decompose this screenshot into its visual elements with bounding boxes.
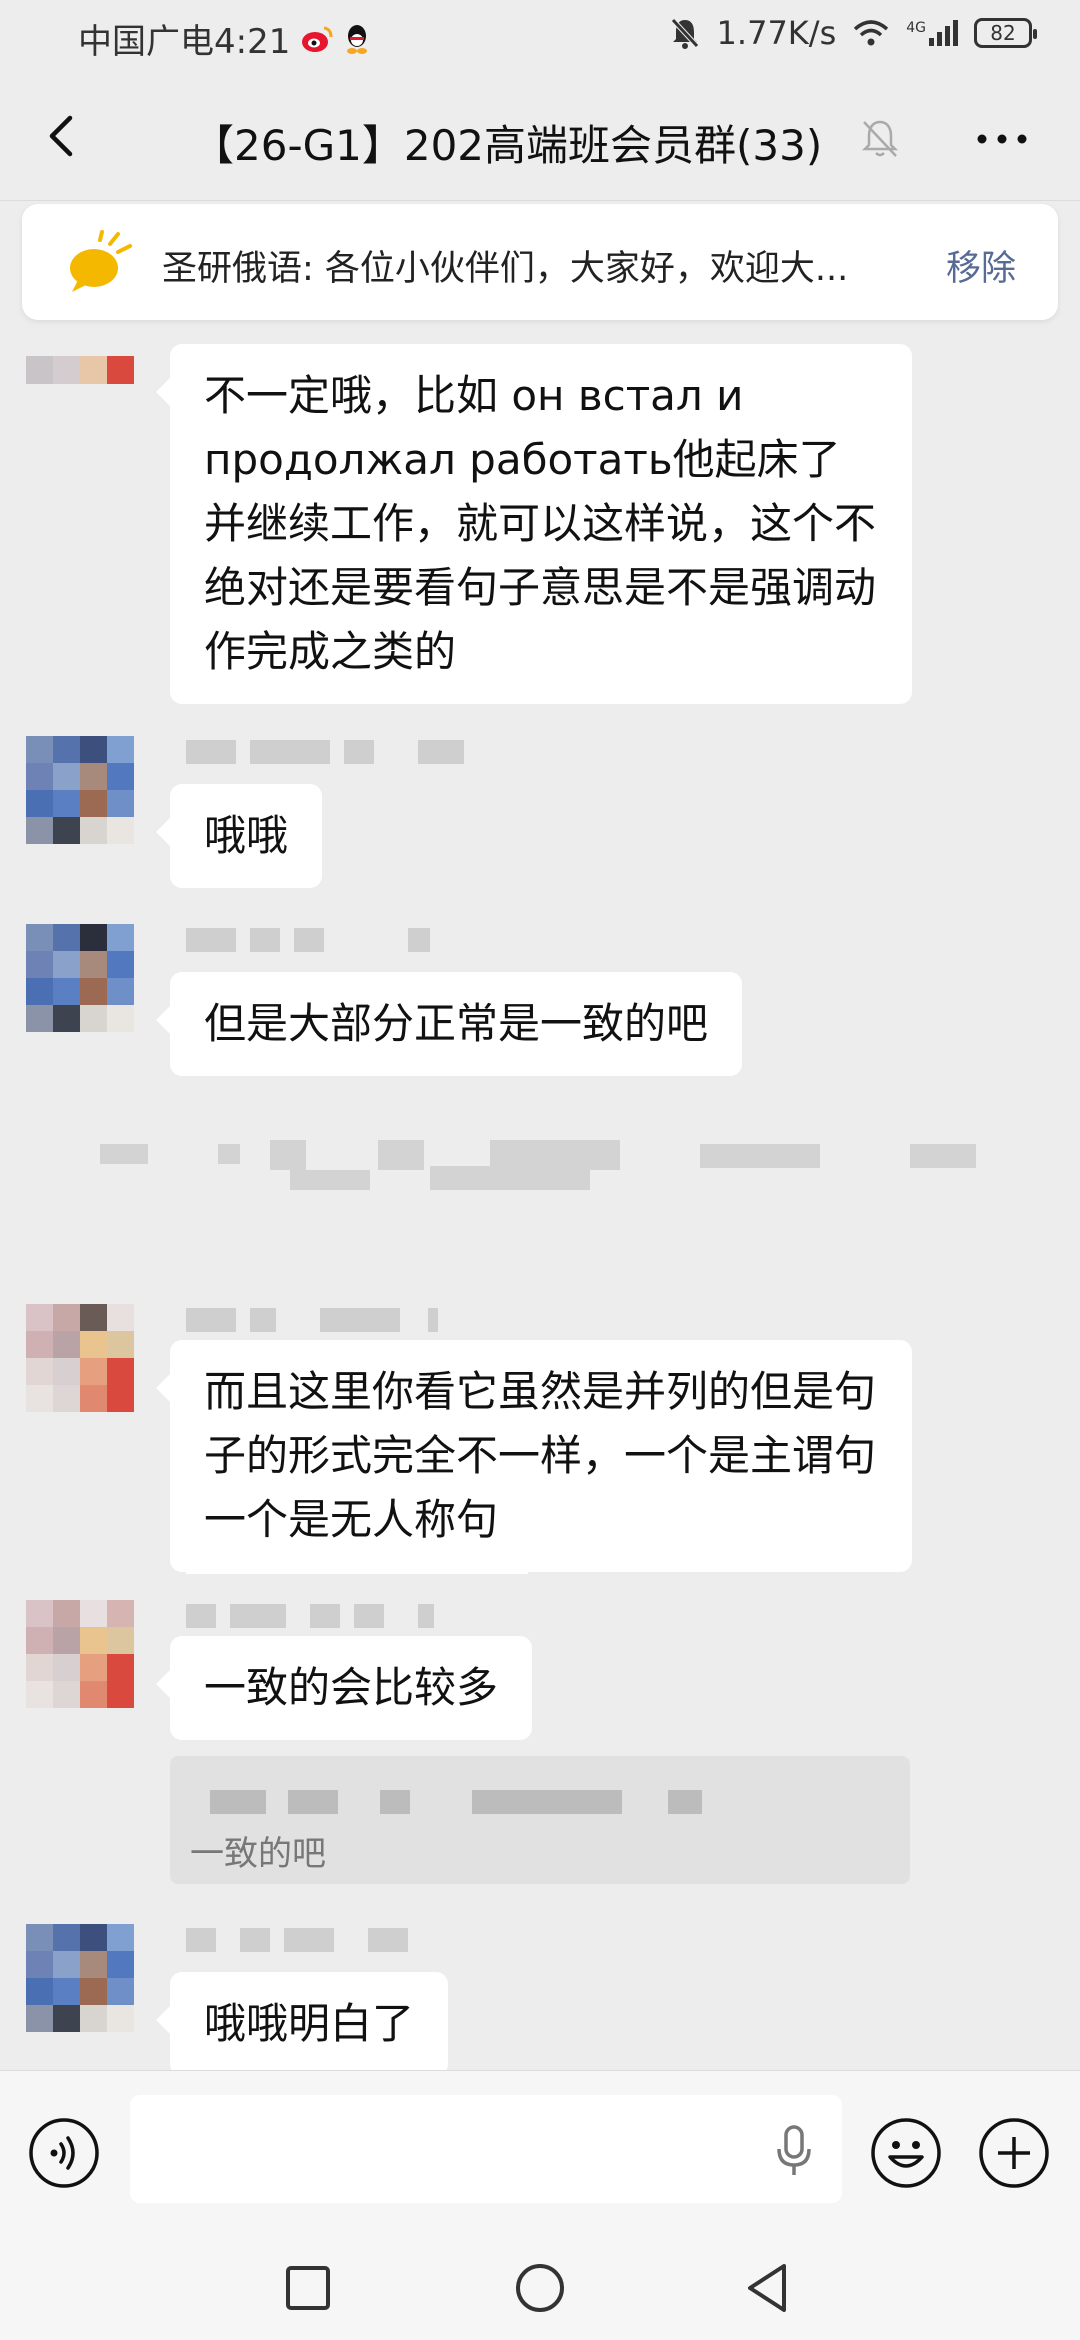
message-bubble[interactable]: 不一定哦，比如 он встал и продолжал работать他起床… [156,344,912,704]
speech-bubble-icon [70,230,132,292]
avatar[interactable] [26,1600,134,1708]
wifi-icon [854,20,889,46]
sender-name-blurred [186,1926,408,1954]
message-bubble[interactable]: 而且这里你看它虽然是并列的但是句子的形式完全不一样，一个是主谓句一个是无人称句 [156,1340,912,1572]
signal-icon: 4G [906,20,958,46]
sender-name-blurred [186,1306,438,1334]
mic-icon[interactable] [770,2123,818,2179]
message-bubble[interactable]: 一致的会比较多 [155,1636,533,1740]
message-bubble[interactable]: 但是大部分正常是一致的吧 [155,972,743,1076]
remove-announcement-button[interactable]: 移除 [946,240,1016,291]
quoted-message[interactable]: 一致的吧 [170,1756,910,1884]
message-bubble[interactable]: 哦哦 [155,784,323,888]
sender-name-blurred [186,1602,434,1630]
message-input[interactable] [130,2095,842,2203]
more-dots-icon[interactable] [972,124,1032,154]
system-navigation-bar [0,2230,1080,2340]
chat-header: 【26-G1】202高端班会员群(33) [0,72,1080,201]
bell-off-icon [861,120,899,157]
recents-square-icon[interactable] [280,2260,336,2316]
avatar[interactable] [26,356,134,384]
input-bar [0,2070,1080,2231]
avatar[interactable] [26,924,134,1032]
system-notice-blurred [100,1140,980,1230]
avatar[interactable] [26,1304,134,1412]
sender-name-blurred [186,738,464,766]
emoji-icon[interactable] [870,2117,942,2189]
avatar[interactable] [26,1924,134,2032]
status-bar: 中国广电4:21 1.77K/s 4G 82 [0,0,1080,72]
back-triangle-icon[interactable] [740,2260,796,2316]
quote-sender-blurred [210,1790,702,1814]
quoted-text: 一致的吧 [190,1834,326,1874]
net-speed: 1.77K/s [716,14,837,52]
home-circle-icon[interactable] [512,2260,568,2316]
chevron-left-icon[interactable] [36,108,92,164]
weibo-icon [302,26,333,52]
pinned-announcement[interactable]: 圣研俄语: 各位小伙伴们，大家好，欢迎大... 移除 [22,204,1058,320]
carrier-time: 中国广电4:21 [78,22,291,62]
message-bubble[interactable]: 哦哦明白了 [155,1972,449,2076]
sender-name-blurred [186,926,430,954]
avatar[interactable] [26,736,134,844]
announcement-text: 圣研俄语: 各位小伙伴们，大家好，欢迎大... [162,249,849,289]
plus-icon[interactable] [978,2117,1050,2189]
page-title: 【26-G1】202高端班会员群(33) [192,121,823,170]
qq-icon [347,24,368,54]
battery-indicator: 82 [974,18,1037,48]
voice-icon[interactable] [28,2117,100,2189]
bell-off-icon [670,18,699,49]
